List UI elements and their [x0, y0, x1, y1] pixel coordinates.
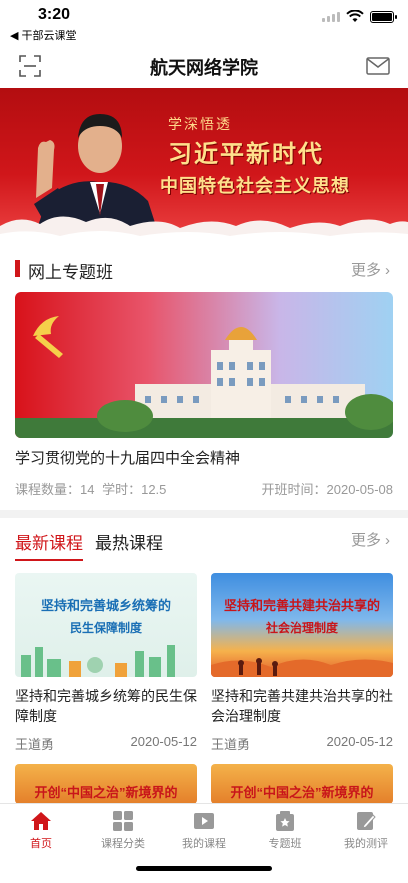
special-class-cover-image[interactable] — [15, 292, 393, 438]
status-bar: 3:20 ◀ 干部云课堂 — [0, 0, 408, 44]
course-count: 课程数量：14 — [15, 482, 95, 497]
tab-label: 我的课程 — [182, 838, 226, 850]
banner-tagline: 学深悟透 — [168, 116, 232, 132]
course-meta: 王道勇 2020-05-12 — [211, 734, 393, 753]
more-courses-link[interactable]: 更多 › — [351, 529, 390, 550]
course-card-partial[interactable]: 开创“中国之治”新境界的 — [15, 764, 197, 803]
course-teacher: 王道勇 — [15, 737, 55, 752]
tab-hot-courses[interactable]: 最热课程 — [95, 529, 163, 554]
tab-label: 我的测评 — [344, 838, 388, 850]
back-to-app-link[interactable]: ◀ 干部云课堂 — [10, 27, 77, 43]
battery-icon — [370, 10, 397, 23]
course-meta: 王道勇 2020-05-12 — [15, 734, 197, 753]
tab-home[interactable]: 首页 — [6, 810, 76, 851]
mail-icon[interactable] — [366, 56, 390, 76]
more-label: 更多 — [350, 262, 381, 279]
tab-label: 专题班 — [268, 838, 302, 850]
play-icon — [194, 813, 214, 829]
course-cover-image: 坚持和完善城乡统筹的 民生保障制度 — [15, 573, 197, 677]
tab-special-class[interactable]: 专题班 — [250, 810, 320, 851]
hero-banner[interactable]: 学深悟透 习近平新时代 中国特色社会主义思想 — [0, 88, 408, 244]
course-card[interactable]: 坚持和完善城乡统筹的 民生保障制度 坚持和完善城乡统筹的民生保障制度 王道勇 2… — [15, 573, 197, 753]
bottom-tab-bar: 首页 课程分类 我的课程 专题班 我的测评 — [0, 803, 408, 883]
home-indicator — [136, 866, 272, 871]
crowd-silhouette-illustration — [211, 658, 393, 677]
section-header: 网上专题班 更多 › — [0, 244, 408, 292]
special-class-section: 网上专题班 更多 › 学习贯彻党的十九届四中全会精神 课程数量：14 学时：12… — [0, 244, 408, 510]
section-accent-bar — [15, 260, 20, 277]
grid-icon — [113, 811, 133, 831]
star-board-icon — [276, 811, 294, 831]
home-icon — [31, 812, 51, 830]
more-special-class-link[interactable]: 更多 › — [351, 259, 390, 280]
course-title: 坚持和完善城乡统筹的民生保障制度 — [15, 688, 197, 724]
tab-my-courses[interactable]: 我的课程 — [169, 810, 239, 851]
chevron-right-icon: › — [385, 262, 390, 279]
courses-section: 最新课程 最热课程 更多 › 坚持和完善城乡统筹的 民生保障制度 坚持和完善城乡统… — [0, 518, 408, 803]
tab-label: 首页 — [30, 838, 52, 850]
cover-caption: 开创“中国之治”新境界的 — [34, 785, 178, 800]
cloud-decoration — [0, 216, 408, 244]
cover-subcaption: 民生保障制度 — [69, 621, 142, 635]
course-card-partial[interactable]: 开创“中国之治”新境界的 — [211, 764, 393, 803]
course-title: 坚持和完善共建共治共享的社会治理制度 — [211, 688, 393, 724]
cell-signal-icon — [322, 11, 340, 22]
edit-icon — [357, 812, 376, 830]
special-class-stats: 课程数量：14 学时：12.5 — [15, 479, 166, 498]
cover-caption: 开创“中国之治”新境界的 — [230, 785, 374, 800]
wifi-icon — [346, 10, 364, 22]
tab-latest-courses[interactable]: 最新课程 — [15, 529, 83, 561]
banner-headline: 习近平新时代 — [168, 141, 324, 168]
study-hours: 学时：12.5 — [102, 482, 167, 497]
chevron-right-icon: › — [385, 532, 390, 549]
top-nav: 航天网络学院 — [0, 44, 408, 88]
course-date: 2020-05-12 — [130, 734, 198, 749]
course-date: 2020-05-12 — [326, 734, 394, 749]
page-title: 航天网络学院 — [150, 58, 258, 78]
more-label: 更多 — [350, 532, 381, 549]
class-open-date: 开班时间：2020-05-08 — [261, 482, 394, 497]
section-title: 网上专题班 — [28, 263, 113, 282]
status-time: 3:20 — [38, 6, 71, 23]
city-skyline-illustration — [21, 645, 175, 677]
special-class-name[interactable]: 学习贯彻党的十九届四中全会精神 — [15, 447, 240, 468]
course-teacher: 王道勇 — [211, 737, 251, 752]
tab-label: 课程分类 — [101, 838, 145, 850]
tab-course-categories[interactable]: 课程分类 — [88, 810, 158, 851]
banner-subheadline: 中国特色社会主义思想 — [160, 176, 350, 196]
tab-my-assessments[interactable]: 我的测评 — [331, 810, 401, 851]
cover-caption: 坚持和完善共建共治共享的 — [223, 598, 380, 613]
course-card[interactable]: 坚持和完善共建共治共享的 社会治理制度 坚持和完善共建共治共享的社会治理制度 王… — [211, 573, 393, 753]
cover-caption: 坚持和完善城乡统筹的 — [40, 598, 171, 613]
cover-subcaption: 社会治理制度 — [265, 621, 338, 635]
course-cover-image: 坚持和完善共建共治共享的 社会治理制度 — [211, 573, 393, 677]
status-icons — [322, 10, 397, 23]
